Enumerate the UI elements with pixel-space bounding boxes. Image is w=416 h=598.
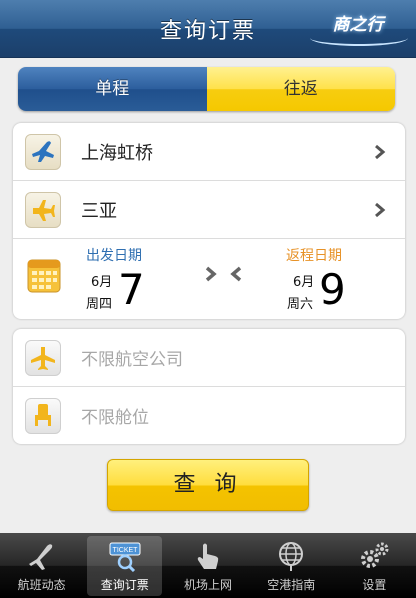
ticket-search-icon: TICKET (108, 540, 142, 573)
calendar-icon (27, 257, 61, 293)
tab-settings[interactable]: 设置 (333, 533, 416, 598)
globe-icon (274, 540, 308, 572)
query-button[interactable]: 查 询 (107, 459, 309, 511)
return-month: 6月 (293, 275, 315, 290)
date-selection-row: 出发日期 6月 周四 7 返程日期 6月 周六 9 (13, 239, 405, 319)
ticket-badge-text: TICKET (112, 547, 138, 554)
chevron-right-icon (365, 137, 395, 167)
round-trip-tab[interactable]: 往返 (206, 67, 395, 111)
arrival-plane-icon (25, 191, 61, 228)
brand-logo: 商之行 (306, 10, 410, 46)
date-swap-arrows-icon (203, 265, 243, 283)
return-date-picker[interactable]: 返程日期 6月 周六 9 (285, 239, 395, 319)
tab-booking[interactable]: TICKET 查询订票 (83, 533, 166, 598)
header-bar: 查询订票 商之行 (0, 0, 416, 58)
depart-weekday: 周四 (86, 297, 113, 312)
depart-date-picker[interactable]: 出发日期 6月 周四 7 (83, 239, 193, 319)
tab-label: 航班动态 (17, 578, 66, 592)
arrival-city: 三亚 (81, 200, 117, 222)
return-date-label: 返程日期 (286, 248, 342, 264)
cabin-filter-row[interactable]: 不限舱位 (13, 387, 405, 444)
cabin-filter-placeholder: 不限舱位 (81, 408, 149, 428)
seat-icon (25, 397, 61, 434)
depart-month: 6月 (91, 275, 113, 290)
departure-plane-icon (25, 133, 61, 170)
tab-label: 空港指南 (267, 578, 316, 592)
touch-hand-icon (191, 540, 225, 572)
depart-date-label: 出发日期 (86, 248, 142, 264)
airline-filter-placeholder: 不限航空公司 (81, 350, 183, 370)
logo-text: 商之行 (332, 15, 384, 35)
chevron-right-icon (365, 195, 395, 225)
filters-card: 不限航空公司 不限舱位 (13, 329, 405, 444)
tab-airport-guide[interactable]: 空港指南 (250, 533, 333, 598)
bottom-tab-bar: 航班动态 TICKET 查询订票 机场上网 空港指南 设置 (0, 533, 416, 598)
return-day: 9 (319, 265, 346, 314)
tab-label: 机场上网 (184, 578, 233, 592)
route-card: 上海虹桥 三亚 出发日期 6月 周四 7 返程日期 6月 周六 9 (13, 123, 405, 319)
one-way-tab[interactable]: 单程 (18, 67, 207, 111)
departure-city: 上海虹桥 (81, 142, 153, 164)
trip-type-segmented-control: 单程 往返 (18, 67, 395, 111)
arrival-city-row[interactable]: 三亚 (13, 181, 405, 239)
tab-label: 设置 (362, 578, 387, 592)
airplane-icon (25, 540, 59, 572)
tab-flight-status[interactable]: 航班动态 (0, 533, 83, 598)
airline-plane-icon (25, 339, 61, 376)
airline-filter-row[interactable]: 不限航空公司 (13, 329, 405, 387)
return-weekday: 周六 (287, 297, 314, 312)
departure-city-row[interactable]: 上海虹桥 (13, 123, 405, 181)
gears-icon (357, 540, 391, 572)
tab-label: 查询订票 (100, 578, 149, 592)
tab-airport-wifi[interactable]: 机场上网 (166, 533, 249, 598)
depart-day: 7 (118, 265, 145, 314)
